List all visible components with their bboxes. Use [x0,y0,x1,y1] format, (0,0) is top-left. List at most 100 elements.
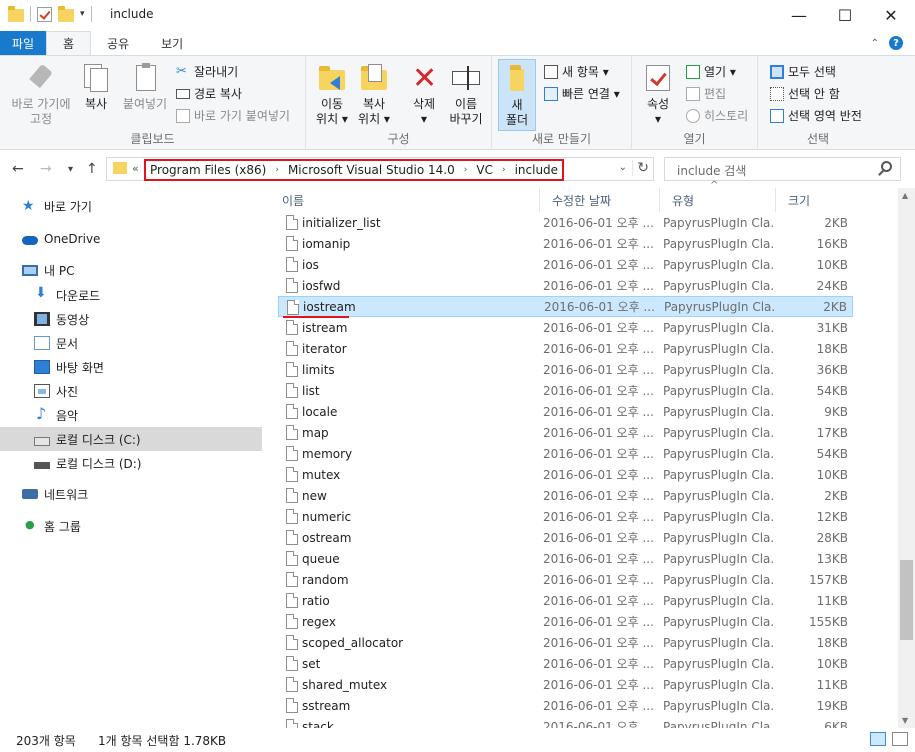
sidebar-item[interactable]: 로컬 디스크 (D:) [0,451,262,475]
up-button[interactable]: ↑ [86,161,98,177]
file-row[interactable]: iostream 2016-06-01 오후 ... PapyrusPlugIn C… [278,296,853,317]
file-row[interactable]: set 2016-06-01 오후 ... PapyrusPlugIn Cla...… [278,653,853,674]
delete-button[interactable]: ✕ 삭제 ▾ [406,62,442,127]
breadcrumb-chevron-icon[interactable]: › [275,165,279,175]
sidebar-item[interactable]: 네트워크 [0,482,262,506]
file-row[interactable]: limits 2016-06-01 오후 ... PapyrusPlugIn Cla… [278,359,853,380]
quick-access-dropdown-icon[interactable]: ▾ [80,9,85,19]
tab-file[interactable]: 파일 [0,31,46,55]
breadcrumb-chevron-icon[interactable]: › [502,165,506,175]
cut-button[interactable]: ✂ 잘라내기 [176,63,238,80]
open-button[interactable]: 열기 ▾ [686,63,736,80]
properties-quick-icon[interactable] [37,6,52,22]
refresh-icon[interactable]: ↻ [632,160,649,176]
breadcrumb-item[interactable]: include [515,163,558,177]
breadcrumb-item[interactable]: VC [476,163,493,177]
history-button[interactable]: 히스토리 [686,107,748,124]
minimize-button[interactable]: — [776,0,822,31]
properties-button[interactable]: 속성 ▾ [638,62,678,127]
file-row[interactable]: sstream 2016-06-01 오후 ... PapyrusPlugIn Cl… [278,695,853,716]
new-folder-button[interactable]: 새 폴더 [498,59,536,131]
scrollbar-thumb[interactable] [900,560,913,640]
scroll-up-icon[interactable]: ▲ [902,191,908,200]
search-input[interactable]: include 검색 [664,157,901,181]
edit-button[interactable]: 편집 [686,85,726,102]
file-date: 2016-06-01 오후 ... [543,258,653,272]
sidebar-item[interactable]: 홈 그룹 [0,514,262,538]
sidebar-item[interactable]: 동영상 [0,307,262,331]
file-row[interactable]: numeric 2016-06-01 오후 ... PapyrusPlugIn Cl… [278,506,853,527]
paste-button[interactable]: 붙여넣기 [118,62,172,112]
sidebar-item[interactable]: 바탕 화면 [0,355,262,379]
hidden-crumbs-button[interactable]: « [132,162,139,175]
file-row[interactable]: stack 2016-06-01 오후 ... PapyrusPlugIn Cla.… [278,716,853,728]
back-button[interactable]: ← [12,161,24,177]
address-dropdown-icon[interactable]: ⌄ [619,162,627,173]
move-to-button[interactable]: 이동 위치 ▾ [312,62,352,127]
breadcrumb-item[interactable]: Microsoft Visual Studio 14.0 [288,163,455,177]
file-row[interactable]: mutex 2016-06-01 오후 ... PapyrusPlugIn Cla.… [278,464,853,485]
sidebar-item[interactable]: 로컬 디스크 (C:) [0,427,262,451]
tab-share[interactable]: 공유 [91,31,145,55]
file-row[interactable]: list 2016-06-01 오후 ... PapyrusPlugIn Cla..… [278,380,853,401]
sidebar-item[interactable]: 내 PC [0,258,262,282]
file-row[interactable]: queue 2016-06-01 오후 ... PapyrusPlugIn Cla.… [278,548,853,569]
file-row[interactable]: iosfwd 2016-06-01 오후 ... PapyrusPlugIn Cla… [278,275,853,296]
collapse-ribbon-icon[interactable]: ⌃ [871,38,879,49]
file-row[interactable]: istream 2016-06-01 오후 ... PapyrusPlugIn Cl… [278,317,853,338]
paste-shortcut-button[interactable]: 바로 가기 붙여넣기 [176,107,290,124]
file-date: 2016-06-01 오후 ... [543,678,653,692]
tab-home[interactable]: 홈 [46,31,92,55]
file-row[interactable]: locale 2016-06-01 오후 ... PapyrusPlugIn Cla… [278,401,853,422]
maximize-button[interactable]: ☐ [822,0,868,31]
recent-locations-button[interactable]: ▾ [68,164,73,175]
breadcrumb-item[interactable]: Program Files (x86) [150,163,266,177]
search-icon[interactable] [881,161,892,172]
file-row[interactable]: ostream 2016-06-01 오후 ... PapyrusPlugIn Cl… [278,527,853,548]
file-row[interactable]: scoped_allocator 2016-06-01 오후 ... Papyrus… [278,632,853,653]
new-item-button[interactable]: 새 항목 ▾ [544,63,609,80]
select-all-button[interactable]: 모두 선택 [770,63,836,80]
copy-path-button[interactable]: 경로 복사 [176,85,242,102]
vertical-scrollbar[interactable]: ▲ ▼ [898,188,915,728]
file-row[interactable]: map 2016-06-01 오후 ... PapyrusPlugIn Cla...… [278,422,853,443]
copy-to-button[interactable]: 복사 위치 ▾ [354,62,394,127]
sidebar-item[interactable]: ★ 바로 가기 [0,194,262,218]
file-row[interactable]: new 2016-06-01 오후 ... PapyrusPlugIn Cla...… [278,485,853,506]
column-name[interactable]: 이름 [270,188,540,212]
help-icon[interactable]: ? [889,36,903,50]
scroll-down-icon[interactable]: ▼ [902,716,908,725]
large-icons-view-button[interactable] [892,732,908,746]
invert-selection-button[interactable]: 선택 영역 반전 [770,107,862,124]
details-view-button[interactable] [870,732,886,746]
file-row[interactable]: ios 2016-06-01 오후 ... PapyrusPlugIn Cla...… [278,254,853,275]
file-icon [286,236,298,251]
breadcrumb-chevron-icon[interactable]: › [464,165,468,175]
close-button[interactable]: ✕ [868,0,914,31]
pin-quick-access-button[interactable]: 바로 가기에 고정 [6,62,76,127]
sidebar-item[interactable]: 다운로드 [0,283,262,307]
file-row[interactable]: memory 2016-06-01 오후 ... PapyrusPlugIn Cla… [278,443,853,464]
easy-access-button[interactable]: 빠른 연결 ▾ [544,85,620,102]
file-row[interactable]: shared_mutex 2016-06-01 오후 ... PapyrusPlug… [278,674,853,695]
sidebar-item[interactable]: OneDrive [0,227,262,251]
file-row[interactable]: ratio 2016-06-01 오후 ... PapyrusPlugIn Cla.… [278,590,853,611]
file-row[interactable]: iterator 2016-06-01 오후 ... PapyrusPlugIn C… [278,338,853,359]
sidebar-item[interactable]: 사진 [0,379,262,403]
file-row[interactable]: regex 2016-06-01 오후 ... PapyrusPlugIn Cla.… [278,611,853,632]
rename-button[interactable]: 이름 바꾸기 [446,62,486,127]
column-size[interactable]: 크기 [776,188,855,212]
sidebar-item[interactable]: 문서 [0,331,262,355]
column-type[interactable]: 유형 [660,188,776,212]
file-row[interactable]: iomanip 2016-06-01 오후 ... PapyrusPlugIn Cl… [278,233,853,254]
select-none-button[interactable]: 선택 안 함 [770,85,840,102]
column-date[interactable]: 수정한 날짜 [540,188,660,212]
address-bar[interactable]: « Program Files (x86) › Microsoft Visual… [106,157,654,181]
sidebar-item[interactable]: 음악 [0,403,262,427]
new-folder-quick-icon[interactable] [58,5,74,22]
copy-button[interactable]: 복사 [78,62,114,112]
file-row[interactable]: random 2016-06-01 오후 ... PapyrusPlugIn Cla… [278,569,853,590]
file-row[interactable]: initializer_list 2016-06-01 오후 ... Papyrus… [278,212,853,233]
forward-button[interactable]: → [40,161,52,177]
tab-view[interactable]: 보기 [145,31,199,55]
